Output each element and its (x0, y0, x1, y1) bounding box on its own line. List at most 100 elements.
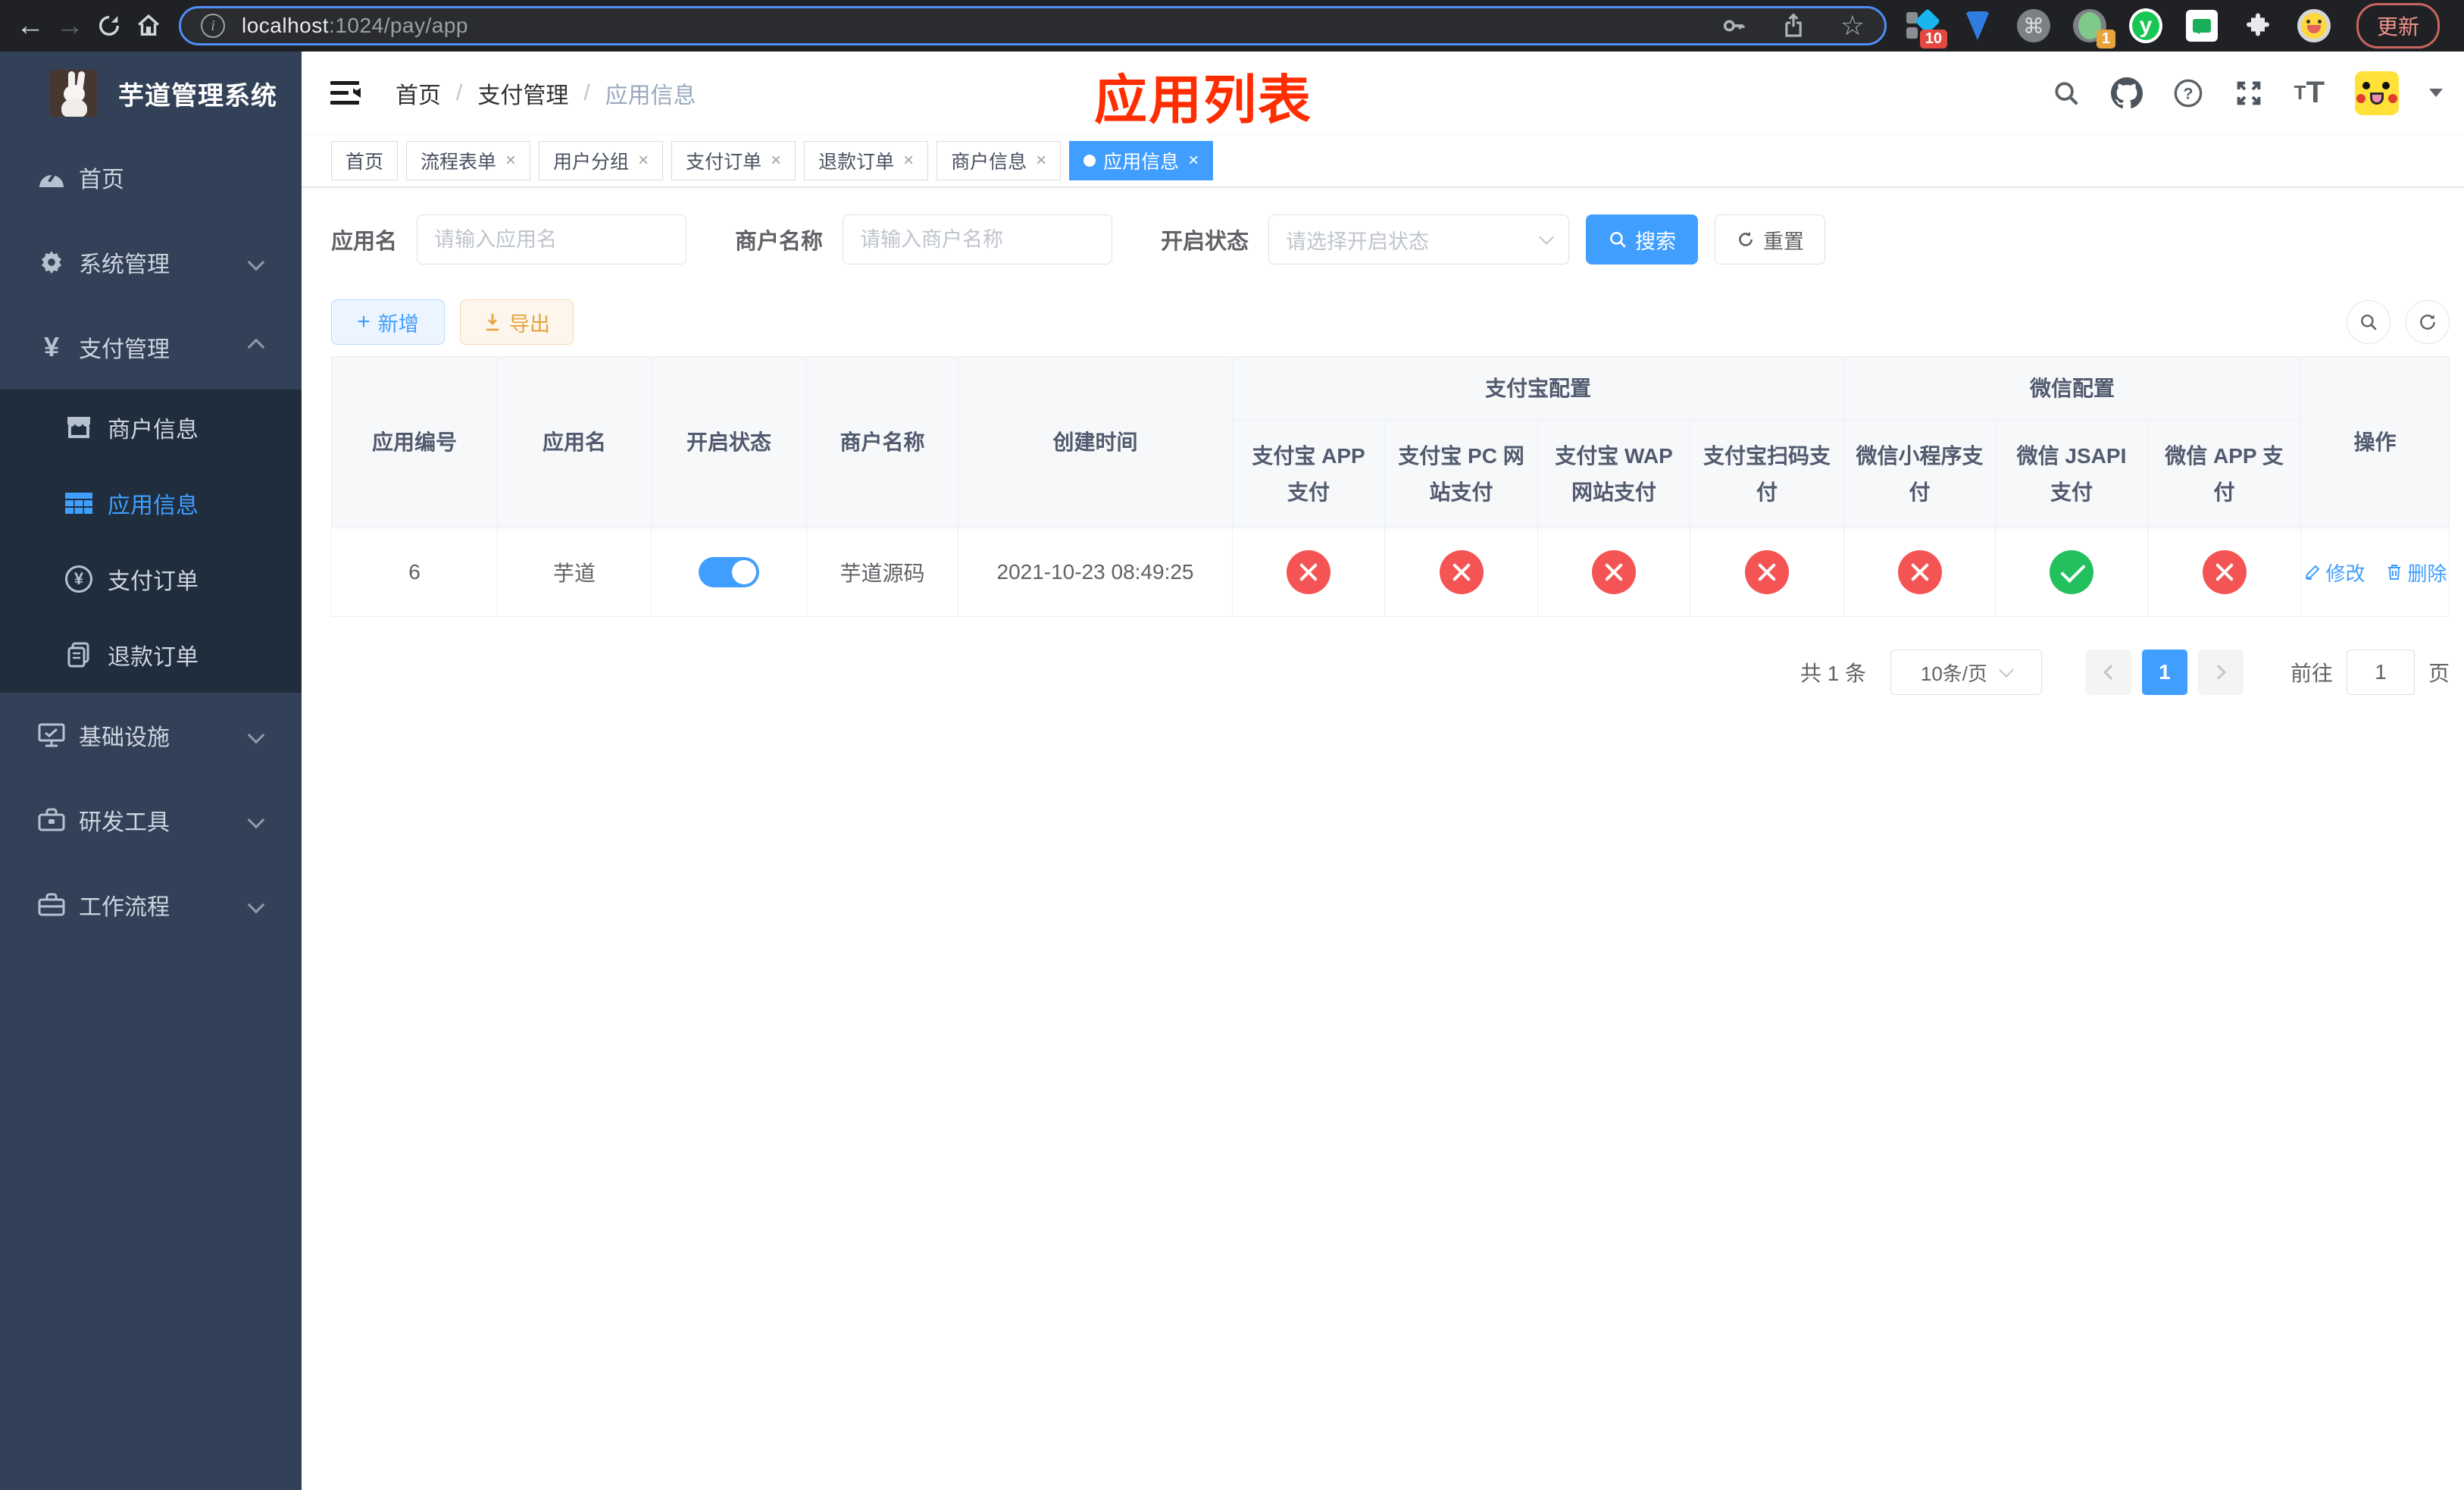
close-icon[interactable]: × (505, 152, 516, 170)
close-icon[interactable]: × (638, 152, 649, 170)
app-name-label: 应用名 (331, 230, 398, 254)
documents-icon (58, 642, 100, 668)
edit-link[interactable]: 修改 (2303, 559, 2366, 587)
extension-badge: 10 (1919, 30, 1947, 49)
extension-blocks-icon[interactable]: 10 (1905, 8, 1947, 49)
browser-back-icon[interactable]: ← (11, 6, 50, 45)
tab-merchant-info[interactable]: 商户信息 × (937, 141, 1062, 180)
chevron-down-icon (247, 811, 265, 829)
extensions-puzzle-icon[interactable] (2241, 9, 2275, 42)
tab-pay-orders[interactable]: 支付订单 × (671, 141, 796, 180)
app-name-input[interactable] (434, 227, 670, 252)
page-content: 应用名 商户名称 开启状态 请选择开启状态 搜索 (302, 214, 2464, 695)
browser-menu-icon[interactable]: ⋮ (2455, 13, 2464, 39)
shop-icon (58, 415, 100, 440)
add-button[interactable]: + 新增 (331, 299, 445, 345)
status-toggle[interactable] (699, 557, 759, 587)
extensions-row: 10 ⌘ 1 y (1905, 8, 2331, 49)
user-avatar[interactable] (2355, 70, 2399, 115)
sidebar-item-payment[interactable]: ¥ 支付管理 (0, 305, 302, 390)
sidebar-item-workflow[interactable]: 工作流程 (0, 862, 302, 947)
export-button[interactable]: 导出 (460, 299, 574, 345)
share-icon[interactable] (1781, 13, 1806, 39)
delete-link[interactable]: 删除 (2385, 559, 2447, 587)
col-group-alipay: 支付宝配置 (1231, 356, 1845, 421)
extension-chat-icon[interactable] (2185, 9, 2219, 42)
close-icon[interactable]: × (1036, 152, 1046, 170)
collapse-sidebar-icon[interactable] (330, 80, 364, 107)
sidebar-item-system[interactable]: 系统管理 (0, 220, 302, 305)
cell-merchant: 芋道源码 (806, 527, 958, 617)
page-number-button[interactable]: 1 (2141, 650, 2187, 695)
close-icon[interactable]: × (771, 152, 781, 170)
tags-view-bar: 首页 流程表单 × 用户分组 × 支付订单 × 退款订单 × 商户信息 × 应用信息 × (302, 135, 2464, 187)
extension-kite-icon[interactable] (1961, 9, 1994, 42)
logo-row[interactable]: 芋道管理系统 (0, 52, 302, 135)
browser-home-icon[interactable] (129, 6, 168, 45)
merchant-name-label: 商户名称 (735, 230, 824, 254)
chevron-down-icon (247, 896, 265, 914)
next-page-button[interactable] (2197, 650, 2244, 695)
status-select[interactable]: 请选择开启状态 (1268, 214, 1570, 265)
refresh-button[interactable] (2406, 300, 2450, 344)
tab-app-info[interactable]: 应用信息 × (1069, 141, 1214, 180)
help-icon[interactable]: ? (2173, 78, 2203, 108)
close-icon[interactable]: × (903, 152, 914, 170)
sidebar-item-app-info[interactable]: 应用信息 (0, 465, 302, 541)
col-header-alipay-wap: 支付宝 WAP 网站支付 (1537, 420, 1690, 528)
briefcase-icon (30, 893, 73, 917)
sidebar-item-infrastructure[interactable]: 基础设施 (0, 693, 302, 778)
tab-process-form[interactable]: 流程表单 × (406, 141, 531, 180)
page-annotation-title: 应用列表 (1094, 70, 1312, 130)
merchant-name-field[interactable] (843, 214, 1113, 265)
sidebar-item-refund-orders[interactable]: 退款订单 (0, 617, 302, 693)
breadcrumb-home[interactable]: 首页 (396, 77, 441, 110)
apps-table: 应用编号 应用名 开启状态 商户名称 创建时间 支付宝配置 微信配置 操作 支付… (331, 356, 2450, 617)
url-text[interactable]: localhost:1024/pay/app (242, 14, 468, 38)
goto-page-input[interactable] (2346, 650, 2415, 695)
browser-forward-icon[interactable]: → (50, 6, 89, 45)
close-icon[interactable]: × (1188, 152, 1199, 170)
search-button[interactable]: 搜索 (1586, 214, 1699, 265)
prev-page-button[interactable] (2085, 650, 2131, 695)
extension-yudao-icon[interactable]: y (2129, 8, 2162, 43)
chevron-up-icon (247, 338, 265, 356)
bookmark-star-icon[interactable]: ☆ (1840, 10, 1865, 42)
extension-recorder-icon[interactable]: 1 (2073, 9, 2115, 49)
extension-badge: 1 (2096, 30, 2115, 49)
toolbox-icon (30, 808, 73, 832)
sidebar-item-pay-orders[interactable]: ¥ 支付订单 (0, 541, 302, 617)
pay-status-icon (2050, 550, 2094, 594)
tab-refund-orders[interactable]: 退款订单 × (804, 141, 929, 180)
site-info-icon[interactable]: i (201, 14, 225, 38)
breadcrumb-parent[interactable]: 支付管理 (477, 77, 568, 110)
user-menu-caret-icon[interactable] (2429, 89, 2443, 97)
sidebar-item-merchant-info[interactable]: 商户信息 (0, 390, 302, 465)
github-icon[interactable] (2110, 77, 2143, 109)
font-size-icon[interactable]: TT (2294, 76, 2325, 110)
address-bar[interactable]: i localhost:1024/pay/app ☆ (179, 6, 1887, 45)
browser-reload-icon[interactable] (89, 6, 129, 45)
password-key-icon[interactable] (1721, 13, 1746, 39)
fullscreen-icon[interactable] (2234, 78, 2264, 108)
svg-text:?: ? (2183, 83, 2193, 102)
search-icon[interactable] (2052, 79, 2081, 108)
reset-button[interactable]: 重置 (1715, 214, 1826, 265)
app-name-field[interactable] (417, 214, 687, 265)
merchant-name-input[interactable] (860, 227, 1096, 252)
sidebar-item-home[interactable]: 首页 (0, 135, 302, 220)
browser-toolbar: ← → i localhost:1024/pay/app ☆ 10 ⌘ 1 y (0, 0, 2464, 52)
app-title: 芋道管理系统 (118, 81, 277, 111)
breadcrumb-current: 应用信息 (605, 83, 696, 108)
chrome-update-button[interactable]: 更新 (2356, 3, 2441, 49)
sidebar-item-dev-tools[interactable]: 研发工具 (0, 778, 302, 862)
hide-search-button[interactable] (2347, 300, 2391, 344)
tab-user-group[interactable]: 用户分组 × (539, 141, 664, 180)
extension-command-icon[interactable]: ⌘ (2017, 9, 2050, 42)
col-header-name: 应用名 (497, 356, 652, 528)
pay-status-icon (2202, 550, 2247, 594)
page-size-select[interactable]: 10条/页 (1890, 650, 2042, 695)
extension-emoji-icon[interactable] (2297, 9, 2331, 42)
pagination: 共 1 条 10条/页 1 前往 页 (331, 650, 2450, 695)
tab-home[interactable]: 首页 (331, 141, 399, 180)
